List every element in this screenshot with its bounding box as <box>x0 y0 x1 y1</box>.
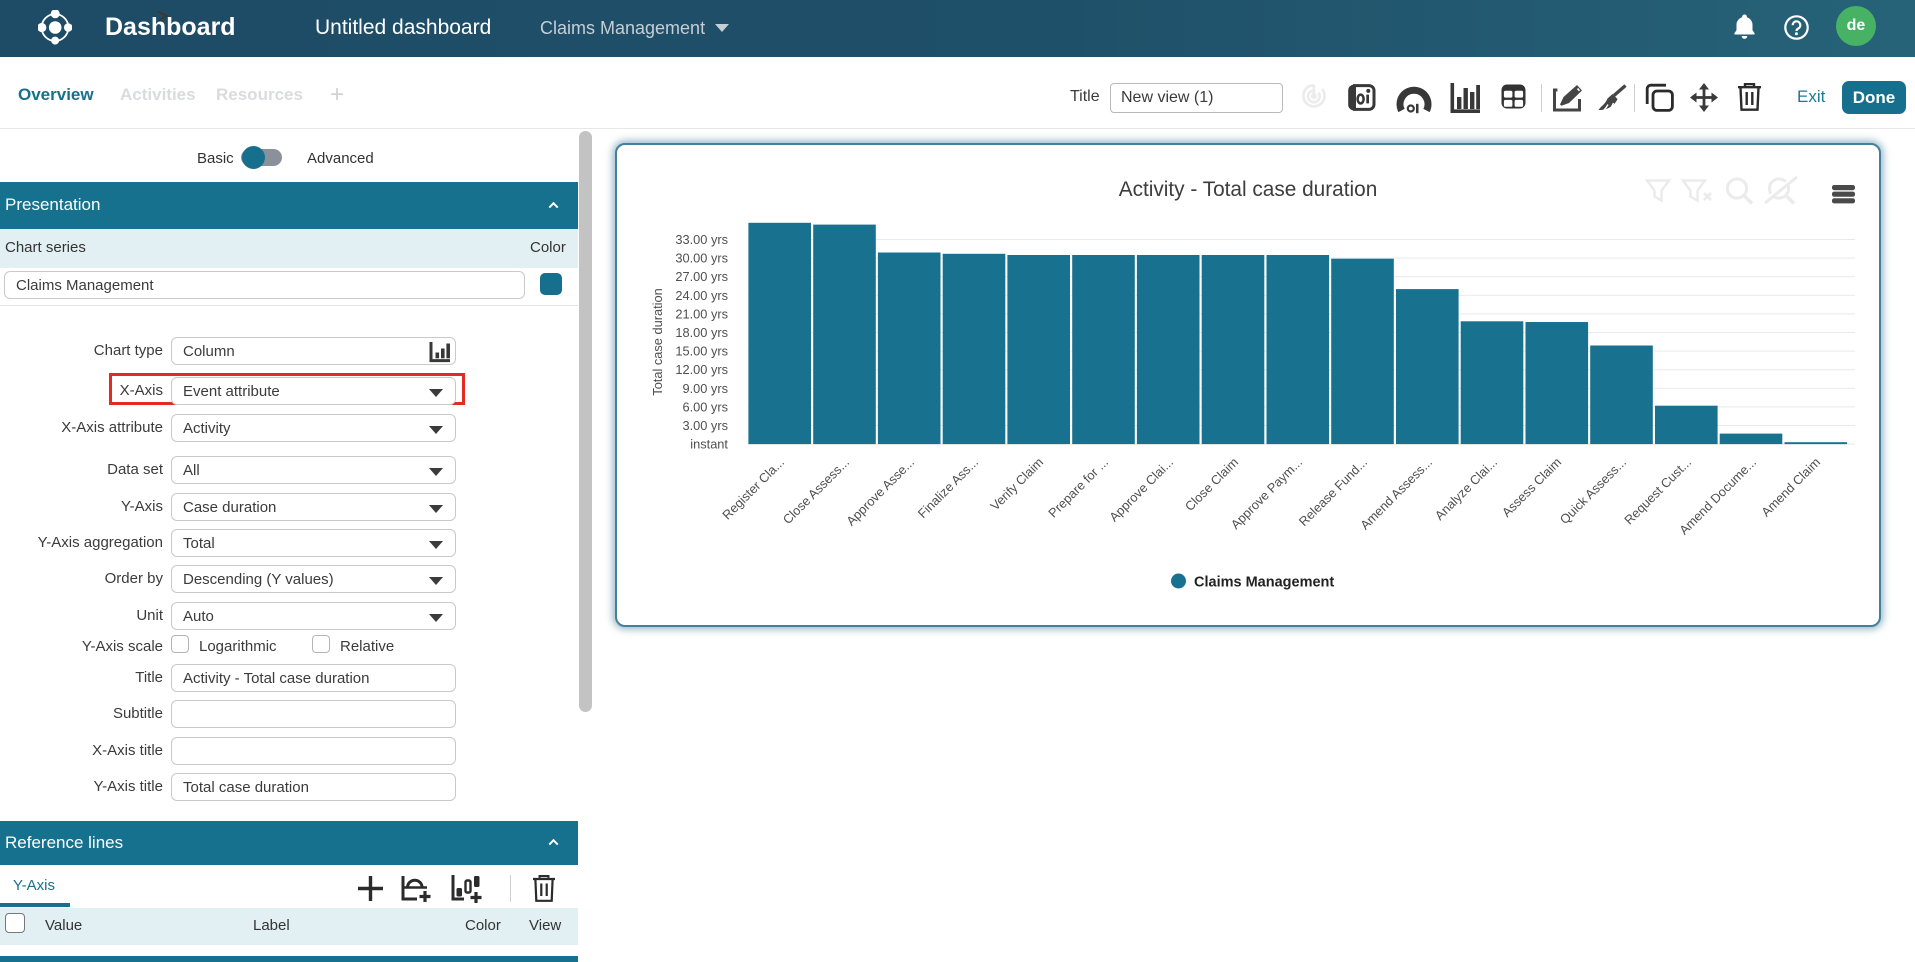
svg-text:Analyze Clai...: Analyze Clai... <box>1432 455 1500 523</box>
svg-text:Assess Claim: Assess Claim <box>1499 455 1564 520</box>
svg-text:Approve Asse...: Approve Asse... <box>843 455 917 529</box>
svg-text:Amend Claim: Amend Claim <box>1758 455 1823 520</box>
svg-text:Close Assess...: Close Assess... <box>780 455 852 527</box>
svg-text:21.00 yrs: 21.00 yrs <box>675 306 728 321</box>
svg-text:18.00 yrs: 18.00 yrs <box>675 325 728 340</box>
svg-text:Finalize Ass...: Finalize Ass... <box>915 455 981 521</box>
svg-text:Total case duration: Total case duration <box>650 288 665 395</box>
svg-text:Claims Management: Claims Management <box>1194 575 1334 591</box>
svg-text:9.00 yrs: 9.00 yrs <box>682 381 728 396</box>
svg-text:6.00 yrs: 6.00 yrs <box>682 399 728 414</box>
svg-text:15.00 yrs: 15.00 yrs <box>675 344 728 359</box>
svg-text:3.00 yrs: 3.00 yrs <box>682 418 728 433</box>
svg-text:12.00 yrs: 12.00 yrs <box>675 362 728 377</box>
svg-text:Register Cla...: Register Cla... <box>719 455 787 523</box>
svg-text:instant: instant <box>690 437 728 452</box>
svg-text:24.00 yrs: 24.00 yrs <box>675 288 728 303</box>
svg-text:Prepare for ...: Prepare for ... <box>1045 455 1111 521</box>
svg-text:33.00 yrs: 33.00 yrs <box>675 232 728 247</box>
svg-text:30.00 yrs: 30.00 yrs <box>675 251 728 266</box>
svg-text:27.00 yrs: 27.00 yrs <box>675 269 728 284</box>
svg-text:Verify Claim: Verify Claim <box>987 455 1046 514</box>
svg-text:Close Claim: Close Claim <box>1182 455 1241 514</box>
svg-text:Request Cust...: Request Cust... <box>1621 455 1694 528</box>
svg-text:Quick Assess...: Quick Assess... <box>1557 455 1629 527</box>
svg-text:Release Fund...: Release Fund... <box>1296 455 1370 529</box>
svg-text:Approve Clai...: Approve Clai... <box>1106 455 1176 525</box>
svg-text:Activity - Total case duration: Activity - Total case duration <box>1119 178 1378 201</box>
